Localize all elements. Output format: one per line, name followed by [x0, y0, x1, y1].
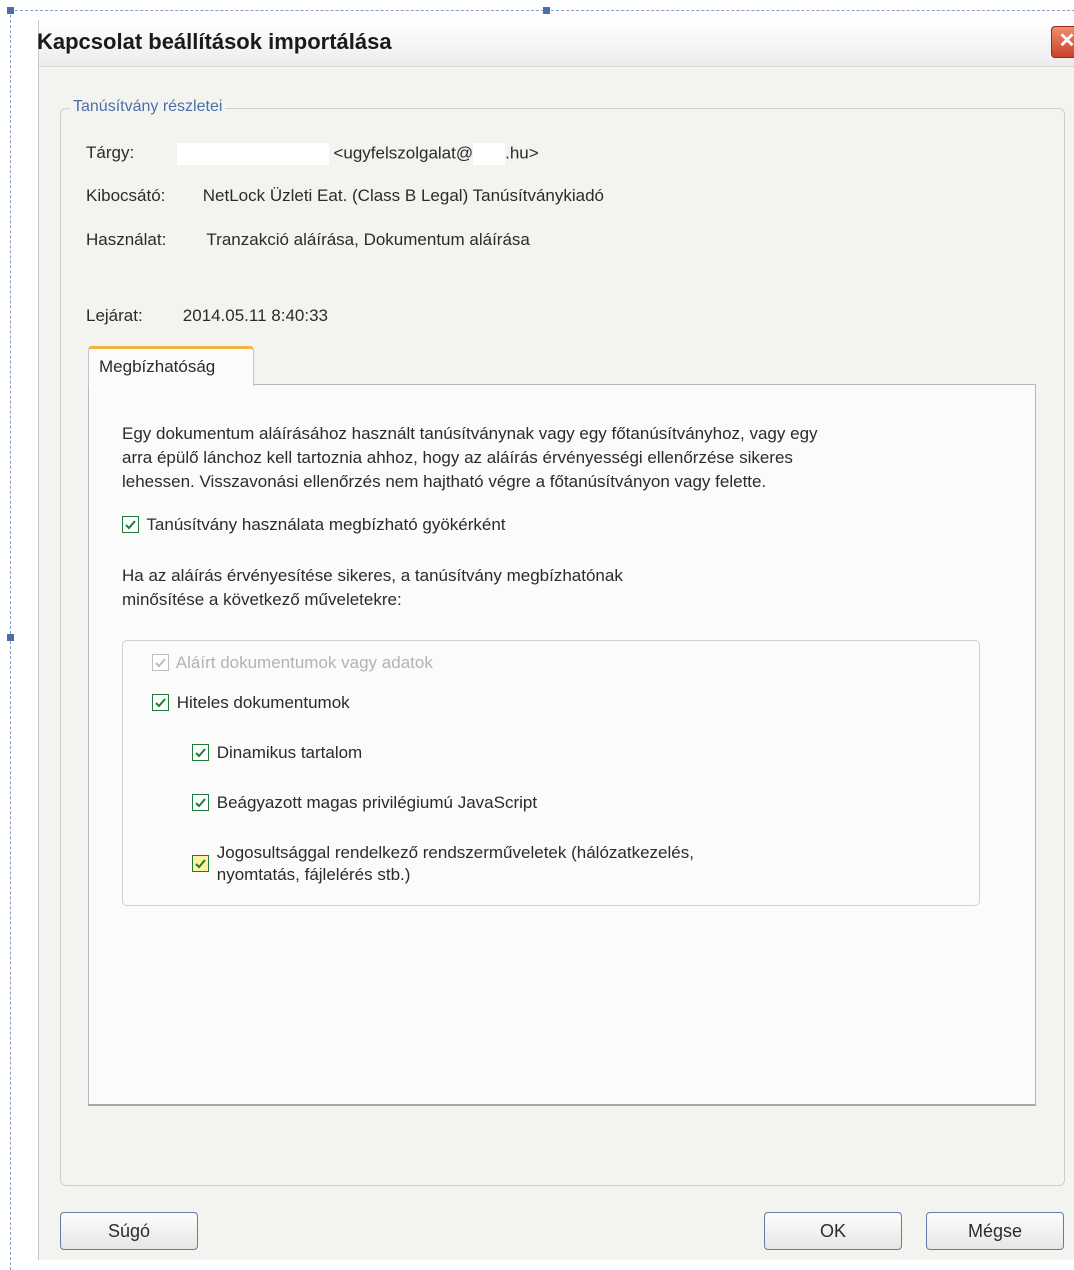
subject-domain-redacted	[473, 143, 506, 165]
privileged-operations-label-line: nyomtatás, fájlelérés stb.)	[216, 865, 411, 884]
trust-option-certified-docs[interactable]: Hiteles dokumentumok	[152, 692, 350, 714]
subject-name-redacted	[176, 143, 329, 165]
trust-option-signed-docs: Aláírt dokumentumok vagy adatok	[152, 652, 433, 674]
embedded-javascript-label: Beágyazott magas privilégiumú JavaScript	[216, 793, 538, 812]
dynamic-content-checkbox[interactable]	[192, 744, 209, 761]
certificate-details-legend: Tanúsítvány részletei	[70, 98, 226, 116]
expiry-value: 2014.05.11 8:40:33	[182, 306, 328, 325]
resize-handle-left[interactable]	[7, 634, 14, 641]
help-button[interactable]: Súgó	[60, 1212, 198, 1250]
expiry-label: Lejárat:	[86, 306, 143, 325]
trust-option-dynamic-content[interactable]: Dinamikus tartalom	[192, 742, 362, 764]
tab-trust[interactable]: Megbízhatóság	[88, 346, 254, 386]
resize-handle-top[interactable]	[543, 7, 550, 14]
privileged-operations-checkbox[interactable]	[192, 855, 209, 872]
signed-docs-label: Aláírt dokumentumok vagy adatok	[175, 653, 433, 672]
subject-label: Tárgy:	[86, 143, 135, 163]
ok-button[interactable]: OK	[764, 1212, 902, 1250]
subject-row: Tárgy: <ugyfelszolgalat@ .hu>	[86, 143, 539, 165]
resize-handle-top-left[interactable]	[7, 7, 14, 14]
usage-label: Használat:	[86, 230, 167, 249]
issuer-row: Kibocsátó: NetLock Üzleti Eat. (Class B …	[86, 186, 604, 206]
trust-option-privileged-operations[interactable]: Jogosultsággal rendelkező rendszerművele…	[192, 842, 694, 886]
issuer-value: NetLock Üzleti Eat. (Class B Legal) Tanú…	[202, 186, 605, 205]
trust-description-line: lehessen. Visszavonási ellenőrzés nem ha…	[122, 472, 767, 491]
trust-description-line: Egy dokumentum aláírásához használt tanú…	[122, 424, 818, 443]
certified-docs-checkbox[interactable]	[152, 694, 169, 711]
trust-intro-line: Ha az aláírás érvényesítése sikeres, a t…	[122, 566, 623, 585]
signed-docs-checkbox	[152, 654, 169, 671]
dialog-title: Kapcsolat beállítások importálása	[37, 29, 392, 54]
title-bar: Kapcsolat beállítások importálása ✕	[37, 20, 1074, 67]
privileged-operations-label: Jogosultsággal rendelkező rendszerművele…	[217, 842, 694, 886]
usage-value: Tranzakció aláírása, Dokumentum aláírása	[206, 230, 530, 249]
trust-option-embedded-javascript[interactable]: Beágyazott magas privilégiumú JavaScript	[192, 792, 537, 814]
privileged-operations-label-line: Jogosultsággal rendelkező rendszerművele…	[216, 843, 694, 862]
trust-intro-line: minősítése a következő műveletekre:	[122, 590, 402, 609]
expiry-row: Lejárat: 2014.05.11 8:40:33	[86, 306, 328, 326]
issuer-label: Kibocsátó:	[86, 186, 166, 205]
trust-intro: Ha az aláírás érvényesítése sikeres, a t…	[122, 564, 1002, 612]
subject-email-suffix: .hu>	[505, 143, 539, 163]
usage-row: Használat: Tranzakció aláírása, Dokument…	[86, 230, 530, 250]
use-as-root-label: Tanúsítvány használata megbízható gyökér…	[146, 515, 506, 534]
embedded-javascript-checkbox[interactable]	[192, 794, 209, 811]
use-as-root-checkbox-row[interactable]: Tanúsítvány használata megbízható gyökér…	[122, 514, 506, 536]
certified-docs-label: Hiteles dokumentumok	[176, 693, 350, 712]
close-button[interactable]: ✕	[1051, 26, 1074, 58]
use-as-root-checkbox[interactable]	[122, 516, 139, 533]
dynamic-content-label: Dinamikus tartalom	[216, 743, 363, 762]
trust-description: Egy dokumentum aláírásához használt tanú…	[122, 422, 1002, 494]
subject-email-prefix: <ugyfelszolgalat@	[333, 143, 474, 163]
trust-description-line: arra épülő lánchoz kell tartoznia ahhoz,…	[122, 448, 793, 467]
cancel-button[interactable]: Mégse	[926, 1212, 1064, 1250]
